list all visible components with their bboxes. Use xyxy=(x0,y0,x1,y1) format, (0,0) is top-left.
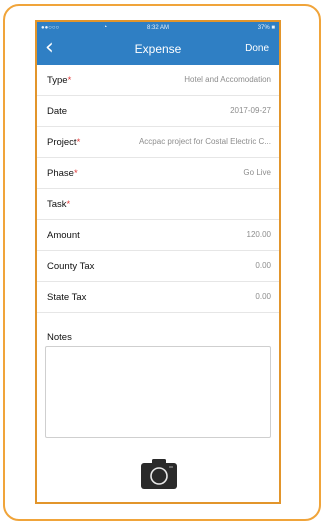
nav-bar: ‹ Expense Done xyxy=(37,34,279,65)
field-label: Date xyxy=(47,106,68,117)
notes-textarea[interactable] xyxy=(45,346,271,438)
required-marker: * xyxy=(73,168,78,179)
phone-screen: ●●○○○ ◔ 8:32 AM 37% ■ ‹ Expense Done Typ… xyxy=(35,20,281,504)
notes-label: Notes xyxy=(47,332,72,343)
field-value: Hotel and Accomodation xyxy=(184,75,271,84)
required-marker: * xyxy=(66,199,71,210)
field-label: Phase* xyxy=(47,168,78,179)
field-row-date[interactable]: Date 2017-09-27 xyxy=(37,96,279,127)
field-row-amount[interactable]: Amount 120.00 xyxy=(37,220,279,251)
field-label: Type* xyxy=(47,75,72,86)
field-row-state-tax[interactable]: State Tax 0.00 xyxy=(37,282,279,313)
field-value: Go Live xyxy=(243,168,271,177)
field-value: 2017-09-27 xyxy=(230,106,271,115)
page-title: Expense xyxy=(134,42,182,56)
field-row-phase[interactable]: Phase* Go Live xyxy=(37,158,279,189)
field-label: Amount xyxy=(47,230,80,241)
field-label: Task* xyxy=(47,199,71,210)
field-value: 0.00 xyxy=(255,261,271,270)
field-value: 0.00 xyxy=(255,292,271,301)
field-value: 120.00 xyxy=(246,230,271,239)
status-time: 8:32 AM xyxy=(146,25,169,31)
field-row-type[interactable]: Type* Hotel and Accomodation xyxy=(37,65,279,96)
battery-indicator: 37% ■ xyxy=(257,25,275,31)
done-button[interactable]: Done xyxy=(245,43,269,54)
field-row-project[interactable]: Project* Accpac project for Costal Elect… xyxy=(37,127,279,158)
required-marker: * xyxy=(67,75,72,86)
camera-icon[interactable] xyxy=(140,459,178,489)
field-row-task[interactable]: Task* xyxy=(37,189,279,220)
field-label: County Tax xyxy=(47,261,95,272)
field-label: Project* xyxy=(47,137,81,148)
field-value: Accpac project for Costal Electric C... xyxy=(138,137,271,146)
required-marker: * xyxy=(76,137,81,148)
field-row-county-tax[interactable]: County Tax 0.00 xyxy=(37,251,279,282)
field-label: State Tax xyxy=(47,292,87,303)
status-bar: ●●○○○ ◔ 8:32 AM 37% ■ xyxy=(37,22,279,34)
